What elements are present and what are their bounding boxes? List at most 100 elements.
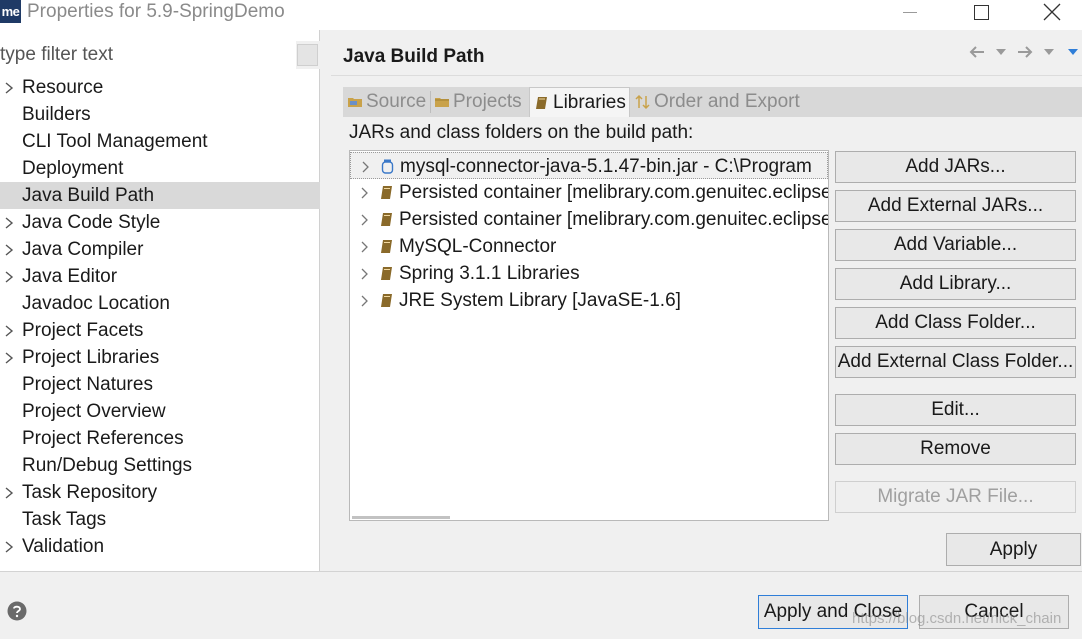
expand-arrow-icon[interactable]: [358, 179, 370, 206]
migrate-jar-button[interactable]: Migrate JAR File...: [835, 481, 1076, 513]
page-navigation: [966, 40, 1082, 64]
sidebar-item-label: Builders: [22, 104, 91, 125]
footer-divider: [0, 571, 1082, 572]
add-variable-button[interactable]: Add Variable...: [835, 229, 1076, 261]
forward-menu-button[interactable]: [1038, 40, 1060, 64]
sidebar-item-deployment[interactable]: Deployment: [0, 155, 320, 182]
sidebar-item-javadoc-location[interactable]: Javadoc Location: [0, 290, 320, 317]
close-button[interactable]: [1030, 0, 1074, 24]
tab-label: Projects: [453, 91, 522, 112]
sidebar-item-project-natures[interactable]: Project Natures: [0, 371, 320, 398]
sidebar-item-label: Resource: [22, 77, 104, 98]
library-icon: [378, 179, 394, 206]
sidebar-item-java-build-path[interactable]: Java Build Path: [0, 182, 320, 209]
filter-input[interactable]: [0, 41, 296, 69]
remove-button[interactable]: Remove: [835, 433, 1076, 465]
expand-arrow-icon[interactable]: [358, 260, 370, 287]
tab-source[interactable]: Source: [347, 87, 426, 117]
expand-arrow-icon[interactable]: [3, 344, 15, 371]
sidebar-item-builders[interactable]: Builders: [0, 101, 320, 128]
library-label: Persisted container [melibrary.com.genui…: [399, 209, 829, 230]
library-row[interactable]: Persisted container [melibrary.com.genui…: [350, 179, 828, 206]
expand-arrow-icon[interactable]: [3, 236, 15, 263]
horizontal-scrollbar[interactable]: [352, 516, 450, 519]
sidebar-item-label: Java Compiler: [22, 239, 144, 260]
library-label: mysql-connector-java-5.1.47-bin.jar - C:…: [400, 156, 812, 177]
sidebar-item-run-debug-settings[interactable]: Run/Debug Settings: [0, 452, 320, 479]
sidebar-item-project-overview[interactable]: Project Overview: [0, 398, 320, 425]
sidebar-item-label: Project Natures: [22, 374, 153, 395]
properties-sidebar: Resource Builders CLI Tool Management Deplo…: [0, 30, 320, 571]
library-icon: [378, 206, 394, 233]
build-path-tabs: Source Projects Libraries Order and Expo…: [343, 87, 1082, 117]
sidebar-item-project-facets[interactable]: Project Facets: [0, 317, 320, 344]
order-export-icon: [635, 94, 651, 110]
library-row[interactable]: Spring 3.1.1 Libraries: [350, 260, 828, 287]
sidebar-item-label: Deployment: [22, 158, 124, 179]
sidebar-item-cli-tool-management[interactable]: CLI Tool Management: [0, 128, 320, 155]
forward-icon: [1018, 46, 1033, 58]
sidebar-item-label: Task Tags: [22, 509, 107, 530]
sidebar-item-label: Java Code Style: [22, 212, 161, 233]
tab-label: Libraries: [553, 91, 626, 113]
forward-button[interactable]: [1014, 40, 1036, 64]
sidebar-item-label: Java Build Path: [22, 185, 155, 206]
tab-order-and-export[interactable]: Order and Export: [635, 87, 800, 117]
sidebar-item-label: Project Overview: [22, 401, 166, 422]
expand-arrow-icon[interactable]: [358, 233, 370, 260]
library-row[interactable]: MySQL-Connector: [350, 233, 828, 260]
minimize-icon: [903, 11, 917, 13]
library-row[interactable]: JRE System Library [JavaSE-1.6]: [350, 287, 828, 314]
sidebar-item-project-libraries[interactable]: Project Libraries: [0, 344, 320, 371]
add-external-class-folder-button[interactable]: Add External Class Folder...: [835, 346, 1076, 378]
header-divider: [331, 75, 1082, 76]
expand-arrow-icon[interactable]: [3, 317, 15, 344]
sidebar-item-java-code-style[interactable]: Java Code Style: [0, 209, 320, 236]
sidebar-item-resource[interactable]: Resource: [0, 74, 320, 101]
expand-arrow-icon[interactable]: [3, 533, 15, 560]
sidebar-item-java-compiler[interactable]: Java Compiler: [0, 236, 320, 263]
back-button[interactable]: [966, 40, 988, 64]
sidebar-item-label: Task Repository: [22, 482, 158, 503]
expand-arrow-icon[interactable]: [359, 153, 371, 180]
view-menu-button[interactable]: [1062, 40, 1082, 64]
sidebar-item-validation[interactable]: Validation: [0, 533, 320, 560]
maximize-button[interactable]: [959, 0, 1003, 24]
close-icon: [1043, 3, 1061, 21]
library-icon: [378, 287, 394, 314]
apply-button[interactable]: Apply: [946, 533, 1081, 566]
library-row[interactable]: mysql-connector-java-5.1.47-bin.jar - C:…: [350, 152, 828, 179]
sidebar-item-task-repository[interactable]: Task Repository: [0, 479, 320, 506]
add-library-button[interactable]: Add Library...: [835, 268, 1076, 300]
sidebar-item-label: Validation: [22, 536, 105, 557]
tab-projects[interactable]: Projects: [434, 87, 522, 117]
help-button[interactable]: [7, 601, 27, 621]
expand-arrow-icon[interactable]: [3, 263, 15, 290]
back-menu-button[interactable]: [990, 40, 1012, 64]
filter-clear-button[interactable]: [297, 44, 318, 66]
expand-arrow-icon[interactable]: [358, 287, 370, 314]
sidebar-item-java-editor[interactable]: Java Editor: [0, 263, 320, 290]
sidebar-item-project-references[interactable]: Project References: [0, 425, 320, 452]
edit-button[interactable]: Edit...: [835, 394, 1076, 426]
add-jars-button[interactable]: Add JARs...: [835, 151, 1076, 183]
libraries-list[interactable]: mysql-connector-java-5.1.47-bin.jar - C:…: [349, 150, 829, 521]
add-external-jars-button[interactable]: Add External JARs...: [835, 190, 1076, 222]
expand-arrow-icon[interactable]: [3, 74, 15, 101]
page-title: Java Build Path: [343, 46, 485, 67]
sidebar-item-task-tags[interactable]: Task Tags: [0, 506, 320, 533]
minimize-button[interactable]: [888, 0, 932, 24]
forward-menu-icon: [1044, 49, 1054, 55]
add-class-folder-button[interactable]: Add Class Folder...: [835, 307, 1076, 339]
expand-arrow-icon[interactable]: [3, 479, 15, 506]
projects-icon: [434, 94, 450, 110]
maximize-icon: [973, 4, 989, 20]
tab-libraries[interactable]: Libraries: [529, 87, 630, 117]
back-menu-icon: [996, 49, 1006, 55]
library-label: Spring 3.1.1 Libraries: [399, 263, 580, 284]
watermark: https://blog.csdn.net/nick_chain: [852, 610, 1062, 627]
library-row[interactable]: Persisted container [melibrary.com.genui…: [350, 206, 828, 233]
window-title: Properties for 5.9-SpringDemo: [27, 1, 285, 22]
expand-arrow-icon[interactable]: [3, 209, 15, 236]
expand-arrow-icon[interactable]: [358, 206, 370, 233]
